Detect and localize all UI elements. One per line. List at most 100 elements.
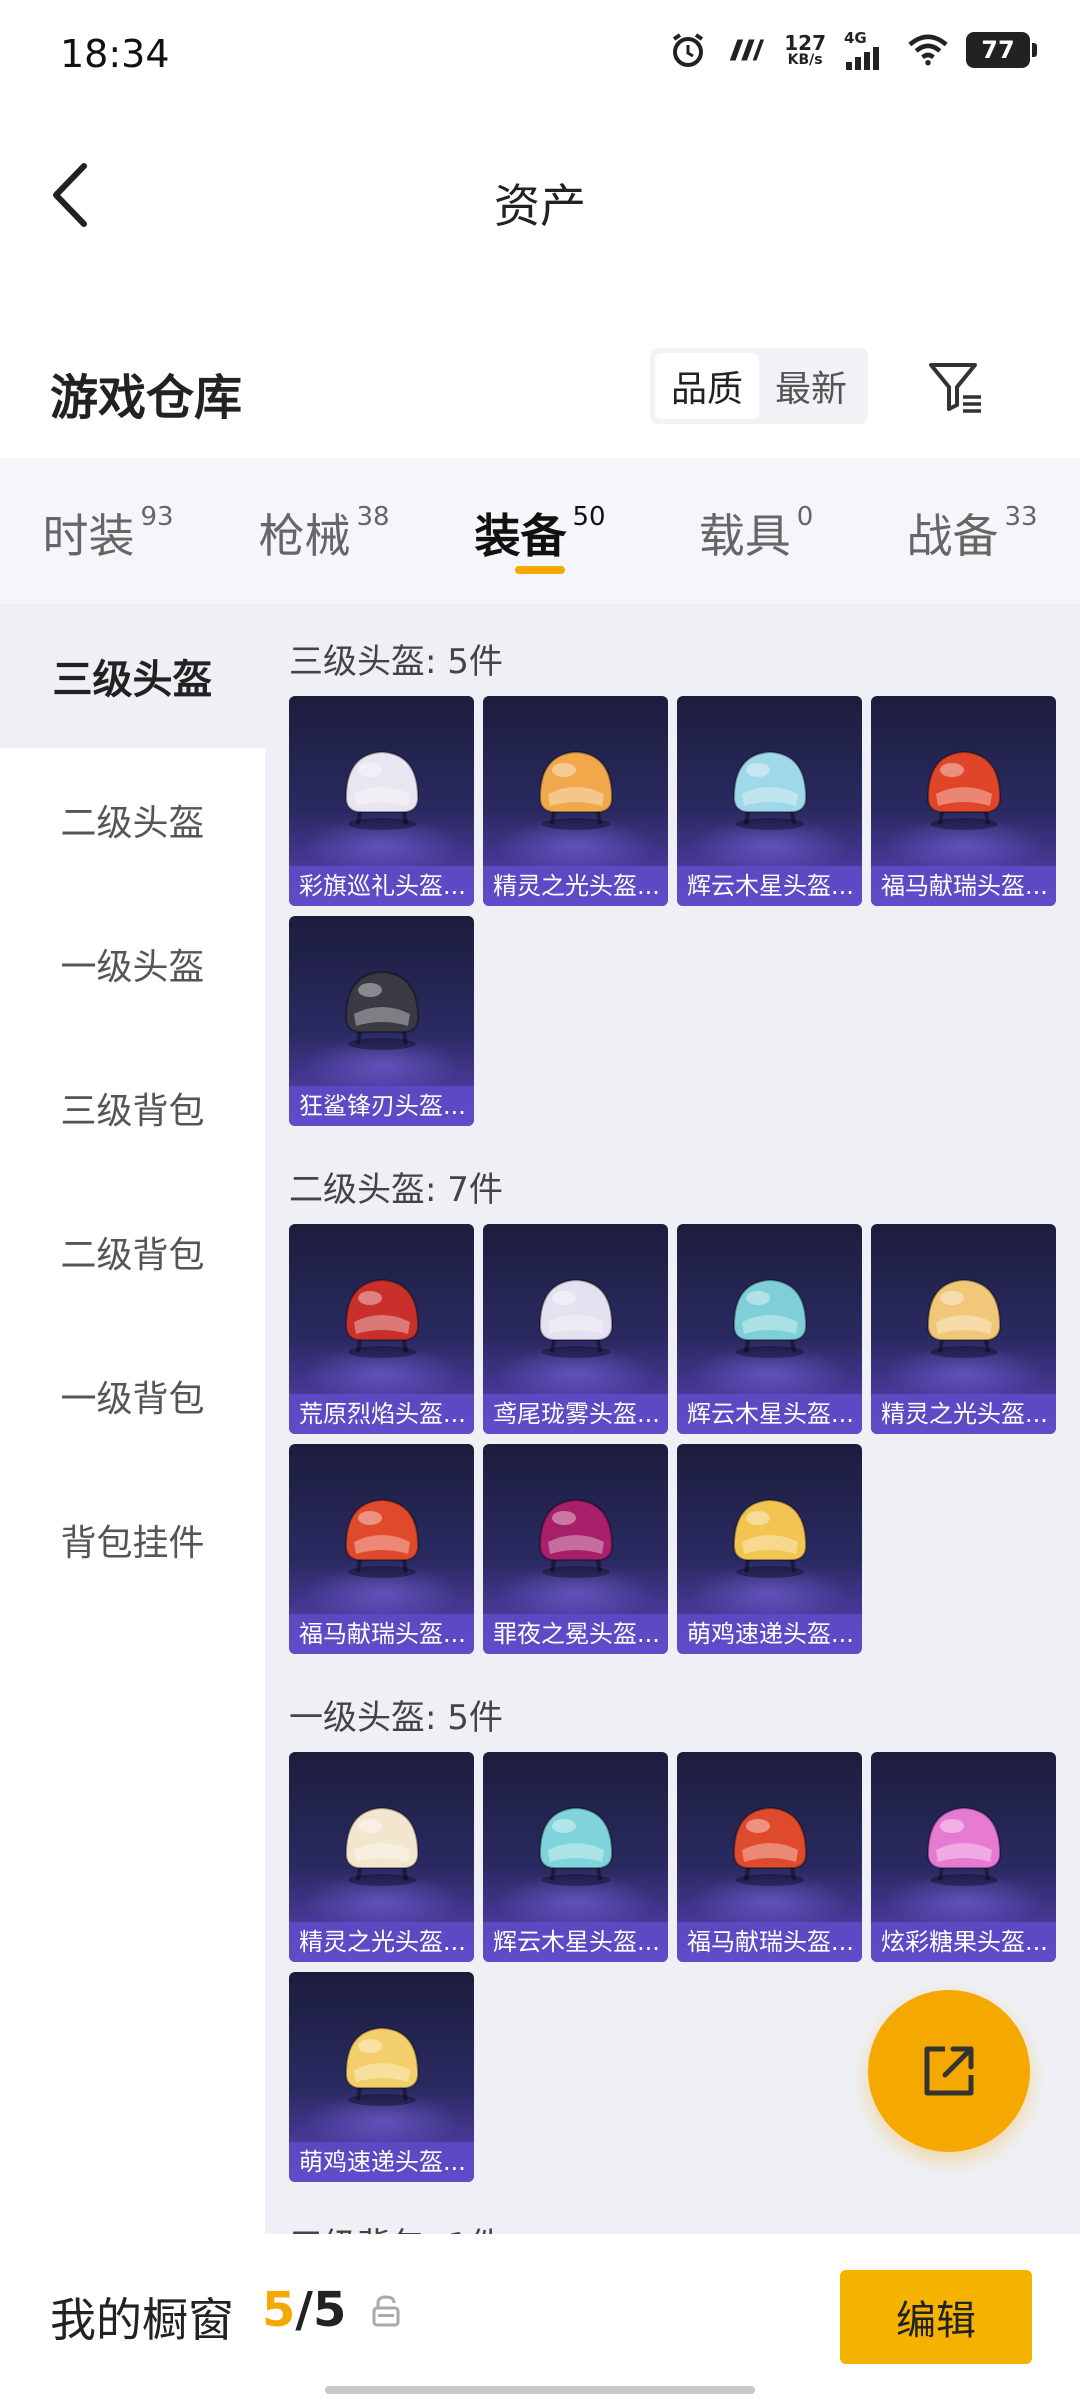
helmet-icon (331, 1264, 433, 1364)
showcase-current: 5 (262, 2282, 296, 2338)
showcase-bar: 我的橱窗 5/5 编辑 (0, 2234, 1080, 2400)
helmet-icon (913, 736, 1015, 836)
showcase-total: 5 (312, 2282, 347, 2338)
sidebar-item-level2-backpack[interactable]: 二级背包 (0, 1180, 265, 1324)
status-bar: 18:34 127 KB/s 4G 77 (0, 0, 1080, 110)
helmet-icon (331, 1484, 433, 1584)
item-name: 罪夜之冕头盔... (483, 1614, 668, 1654)
network-type: 4G (844, 28, 867, 47)
tab-guns[interactable]: 枪械 38 (216, 458, 432, 604)
item-card[interactable]: 荒原烈焰头盔... (289, 1224, 474, 1434)
item-name: 福马献瑞头盔... (289, 1614, 474, 1654)
section-header: 游戏仓库 品质 最新 (0, 330, 1080, 450)
subcategory-sidebar: 三级头盔 二级头盔 一级头盔 三级背包 二级背包 一级背包 背包挂件 (0, 604, 265, 2234)
item-card[interactable]: 精灵之光头盔... (289, 1752, 474, 1962)
sidebar-item-level3-helmet[interactable]: 三级头盔 (0, 604, 265, 748)
item-card[interactable]: 福马献瑞头盔... (871, 696, 1056, 906)
tab-label: 载具 (698, 509, 791, 563)
item-name: 精灵之光头盔... (871, 1394, 1056, 1434)
category-tabs: 时装 93 枪械 38 装备 50 载具 0 战备 33 (0, 458, 1080, 604)
edit-button[interactable]: 编辑 (840, 2270, 1032, 2364)
nav-bar: 资产 (0, 110, 1080, 280)
helmet-icon (525, 1484, 627, 1584)
item-card[interactable]: 萌鸡速递头盔... (677, 1444, 862, 1654)
filter-icon (929, 363, 981, 413)
battery-indicator: 77 (966, 32, 1037, 68)
sidebar-item-backpack-charm[interactable]: 背包挂件 (0, 1468, 265, 1612)
tab-label: 时装 (42, 509, 135, 563)
helmet-icon (719, 1792, 821, 1892)
item-name: 炫彩糖果头盔... (871, 1922, 1056, 1962)
item-name: 萌鸡速递头盔... (289, 2142, 474, 2182)
item-card[interactable]: 福马献瑞头盔... (289, 1444, 474, 1654)
item-card[interactable]: 鸢尾珑雾头盔... (483, 1224, 668, 1434)
active-tab-indicator (515, 566, 565, 574)
showcase-separator: / (295, 2282, 313, 2338)
item-card[interactable]: 罪夜之冕头盔... (483, 1444, 668, 1654)
helmet-icon (525, 1264, 627, 1364)
item-name: 萌鸡速递头盔... (677, 1614, 862, 1654)
helmet-icon (331, 1792, 433, 1892)
tab-label: 装备 (474, 509, 567, 563)
helmet-icon (331, 2012, 433, 2112)
sidebar-item-level2-helmet[interactable]: 二级头盔 (0, 748, 265, 892)
item-card[interactable]: 辉云木星头盔... (483, 1752, 668, 1962)
tab-label: 战备 (906, 509, 999, 563)
showcase-count: 5/5 (262, 2282, 346, 2338)
item-card[interactable]: 彩旗巡礼头盔... (289, 696, 474, 906)
cellular-signal-icon: 4G (844, 30, 890, 70)
helmet-icon (719, 736, 821, 836)
status-time: 18:34 (60, 32, 170, 76)
group-title: 三级头盔: 5件 (289, 642, 503, 682)
sidebar-item-level3-backpack[interactable]: 三级背包 (0, 1036, 265, 1180)
item-card[interactable]: 精灵之光头盔... (483, 696, 668, 906)
item-name: 狂鲨锋刃头盔... (289, 1086, 474, 1126)
sort-option-quality[interactable]: 品质 (655, 353, 759, 419)
tab-equipment[interactable]: 装备 50 (432, 458, 648, 604)
item-name: 辉云木星头盔... (483, 1922, 668, 1962)
tab-count: 33 (1004, 502, 1038, 532)
item-name: 福马献瑞头盔... (677, 1922, 862, 1962)
group-title: 一级头盔: 5件 (289, 1698, 503, 1738)
group-title: 二级头盔: 7件 (289, 1170, 503, 1210)
item-name: 辉云木星头盔... (677, 1394, 862, 1434)
item-card[interactable]: 精灵之光头盔... (871, 1224, 1056, 1434)
item-name: 福马献瑞头盔... (871, 866, 1056, 906)
helmet-icon (913, 1264, 1015, 1364)
item-card[interactable]: 萌鸡速递头盔... (289, 1972, 474, 2182)
helmet-icon (913, 1792, 1015, 1892)
network-speed: 127 KB/s (784, 33, 826, 67)
item-name: 辉云木星头盔... (677, 866, 862, 906)
group-title-next: 三级背包: 1件 (289, 2218, 503, 2234)
tab-count: 93 (140, 502, 174, 532)
helmet-icon (719, 1484, 821, 1584)
network-speed-value: 127 (784, 31, 826, 55)
section-title: 游戏仓库 (50, 370, 243, 426)
item-name: 精灵之光头盔... (483, 866, 668, 906)
item-card[interactable]: 福马献瑞头盔... (677, 1752, 862, 1962)
filter-button[interactable] (920, 352, 990, 422)
tab-combat-gear[interactable]: 战备 33 (864, 458, 1080, 604)
sidebar-item-level1-helmet[interactable]: 一级头盔 (0, 892, 265, 1036)
status-icons: 127 KB/s 4G 77 (668, 30, 1037, 70)
item-card[interactable]: 辉云木星头盔... (677, 1224, 862, 1434)
app-notification-icon (726, 30, 766, 70)
sidebar-item-level1-backpack[interactable]: 一级背包 (0, 1324, 265, 1468)
share-button[interactable] (868, 1990, 1030, 2152)
home-indicator[interactable] (325, 2386, 755, 2394)
wifi-icon (908, 30, 948, 70)
helmet-icon (525, 1792, 627, 1892)
helmet-icon (331, 736, 433, 836)
tab-fashion[interactable]: 时装 93 (0, 458, 216, 604)
item-card[interactable]: 炫彩糖果头盔... (871, 1752, 1056, 1962)
helmet-icon (719, 1264, 821, 1364)
helmet-icon (525, 736, 627, 836)
item-card[interactable]: 狂鲨锋刃头盔... (289, 916, 474, 1126)
share-external-icon (924, 2046, 974, 2096)
tab-label: 枪械 (258, 509, 351, 563)
item-name: 彩旗巡礼头盔... (289, 866, 474, 906)
item-card[interactable]: 辉云木星头盔... (677, 696, 862, 906)
sort-option-newest[interactable]: 最新 (759, 353, 863, 419)
tab-vehicles[interactable]: 载具 0 (648, 458, 864, 604)
item-name: 精灵之光头盔... (289, 1922, 474, 1962)
